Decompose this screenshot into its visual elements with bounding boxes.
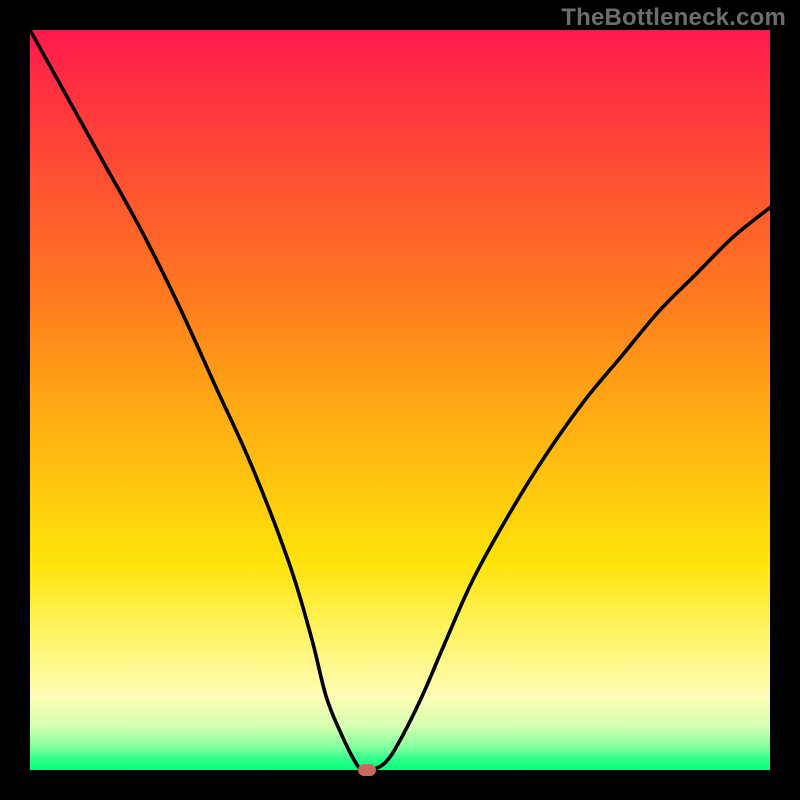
gradient-plot-area xyxy=(30,30,770,770)
bottleneck-curve xyxy=(30,30,770,770)
outer-frame: TheBottleneck.com xyxy=(0,0,800,800)
minimum-marker-icon xyxy=(358,764,376,776)
watermark-text: TheBottleneck.com xyxy=(561,4,786,32)
